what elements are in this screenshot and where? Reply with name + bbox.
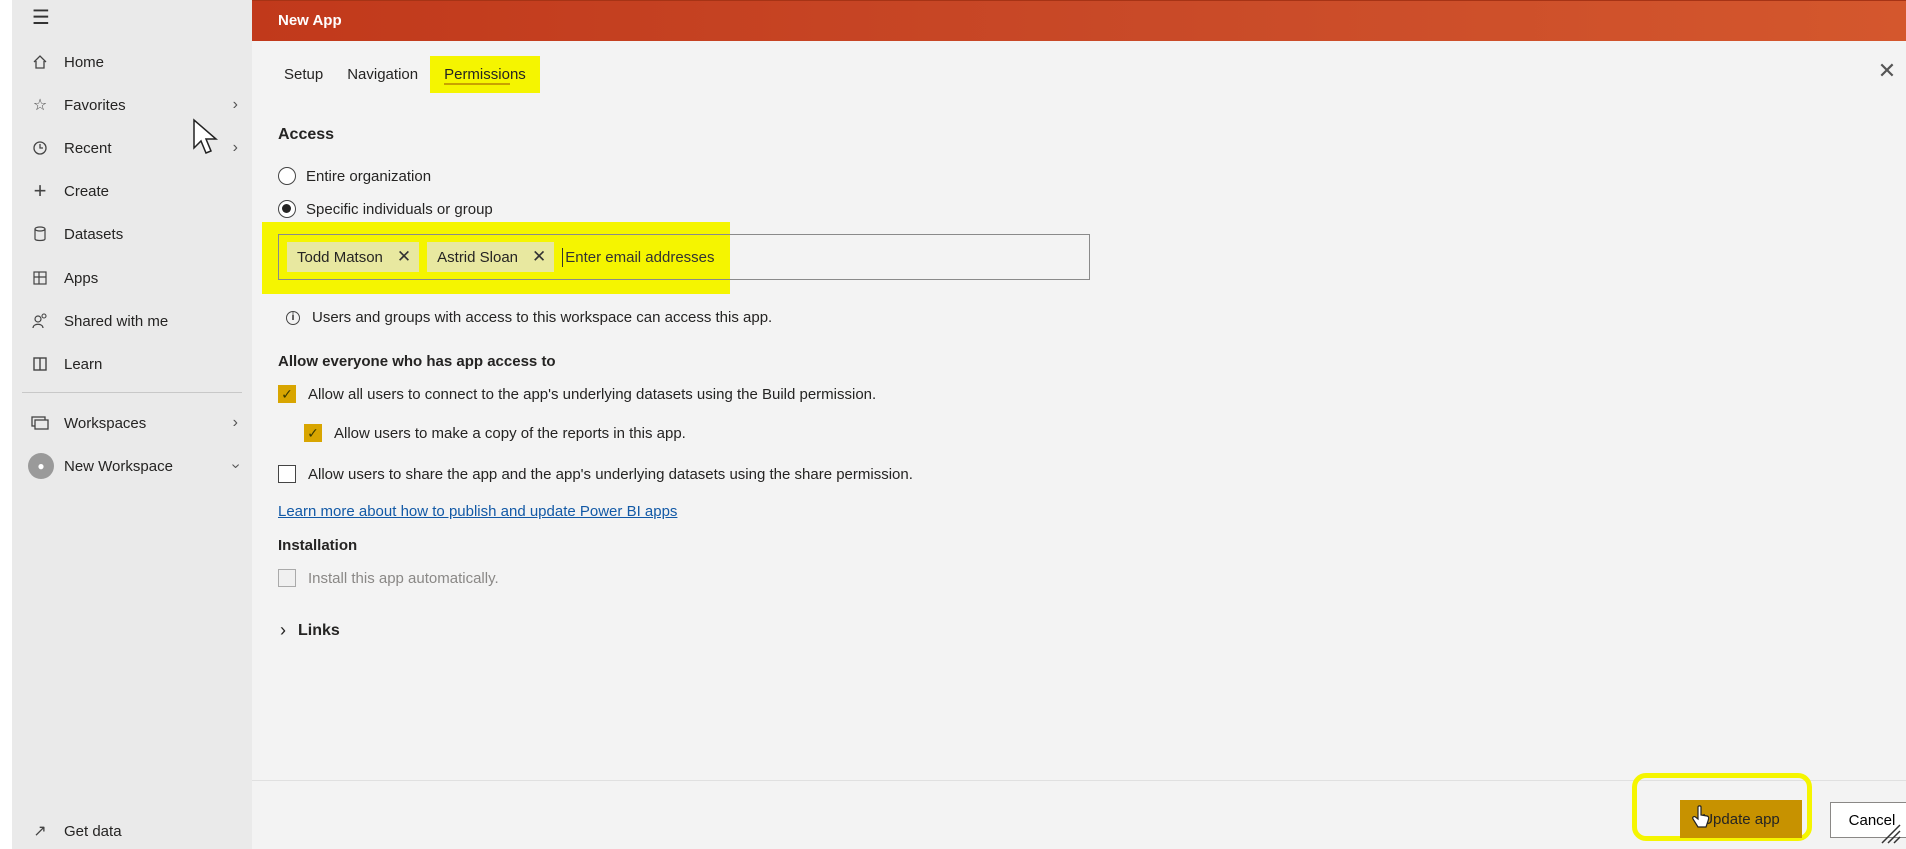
checkbox-copy-reports[interactable]: ✓ Allow users to make a copy of the repo… bbox=[304, 424, 686, 442]
clock-icon bbox=[30, 138, 50, 158]
sidebar-item-label: Home bbox=[64, 53, 105, 71]
sidebar-item-workspaces[interactable]: Workspaces › bbox=[12, 405, 252, 441]
sidebar-item-learn[interactable]: Learn bbox=[12, 346, 252, 382]
person-chip: Astrid Sloan ✕ bbox=[427, 242, 555, 272]
links-label: Links bbox=[298, 621, 340, 639]
remove-chip-icon[interactable]: ✕ bbox=[397, 247, 411, 267]
sidebar-item-home[interactable]: Home bbox=[12, 44, 252, 80]
checkbox[interactable]: ✓ bbox=[278, 385, 296, 403]
sidebar-item-label: Recent bbox=[64, 139, 112, 157]
learn-more-link[interactable]: Learn more about how to publish and upda… bbox=[278, 503, 677, 520]
remove-chip-icon[interactable]: ✕ bbox=[532, 247, 546, 267]
chip-label: Todd Matson bbox=[297, 248, 383, 266]
links-expander[interactable]: › Links bbox=[280, 620, 340, 641]
workspaces-icon bbox=[30, 413, 50, 433]
checkbox-label: Allow users to share the app and the app… bbox=[308, 465, 913, 483]
chevron-right-icon: › bbox=[232, 414, 238, 431]
chevron-down-icon: › bbox=[227, 463, 245, 469]
dialog-title: New App bbox=[278, 12, 342, 29]
radio-entire-organization[interactable]: Entire organization bbox=[278, 167, 431, 185]
new-app-dialog: New App ✕ Setup Navigation Permissions A… bbox=[252, 0, 1906, 849]
chevron-right-icon: › bbox=[280, 620, 286, 640]
sidebar-item-label: Create bbox=[64, 182, 110, 200]
checkbox[interactable] bbox=[278, 465, 296, 483]
mouse-pointer-icon bbox=[193, 118, 219, 154]
installation-heading: Installation bbox=[278, 537, 358, 554]
sidebar-item-datasets[interactable]: Datasets bbox=[12, 216, 252, 252]
sidebar-divider bbox=[22, 392, 242, 393]
sidebar-item-create[interactable]: + Create bbox=[12, 173, 252, 209]
database-icon bbox=[30, 224, 50, 244]
access-heading: Access bbox=[278, 126, 335, 143]
sidebar-item-label: Favorites bbox=[64, 96, 126, 114]
chevron-right-icon: › bbox=[232, 139, 238, 156]
sidebar-item-apps[interactable]: Apps bbox=[12, 260, 252, 296]
people-picker[interactable]: Todd Matson ✕ Astrid Sloan ✕ bbox=[278, 234, 1090, 280]
allow-heading: Allow everyone who has app access to bbox=[278, 353, 556, 370]
tab-setup[interactable]: Setup bbox=[272, 56, 335, 93]
plus-icon: + bbox=[33, 178, 47, 203]
radio-label: Entire organization bbox=[306, 167, 432, 185]
chip-label: Astrid Sloan bbox=[437, 248, 519, 266]
sidebar-item-label: Datasets bbox=[64, 225, 124, 243]
checkbox[interactable] bbox=[278, 569, 296, 587]
resize-grip-icon[interactable] bbox=[1878, 821, 1902, 845]
checkbox-label: Install this app automatically. bbox=[308, 569, 499, 587]
shared-icon bbox=[30, 311, 50, 331]
hamburger-menu-icon[interactable]: ☰ bbox=[32, 8, 56, 28]
access-info: i Users and groups with access to this w… bbox=[286, 309, 772, 326]
email-input[interactable] bbox=[562, 247, 768, 267]
sidebar-item-label: Apps bbox=[64, 269, 99, 287]
sidebar-item-current-workspace[interactable]: ● New Workspace › bbox=[12, 448, 252, 484]
checkbox-auto-install[interactable]: Install this app automatically. bbox=[278, 569, 499, 587]
info-icon: i bbox=[286, 310, 300, 325]
hand-pointer-icon bbox=[1692, 805, 1710, 828]
radio-button[interactable] bbox=[278, 167, 296, 185]
person-chip: Todd Matson ✕ bbox=[287, 242, 420, 272]
tab-navigation[interactable]: Navigation bbox=[335, 56, 430, 93]
sidebar-item-label: Workspaces bbox=[64, 414, 147, 432]
info-text: Users and groups with access to this wor… bbox=[312, 309, 773, 326]
sidebar-item-label: Learn bbox=[64, 355, 103, 373]
arrow-up-right-icon: ↗ bbox=[33, 823, 47, 840]
apps-icon bbox=[30, 268, 50, 288]
sidebar: ☰ Home ☆ Favorites › Recent › + Create D… bbox=[12, 0, 253, 849]
book-icon bbox=[30, 354, 50, 374]
dialog-titlebar: New App bbox=[252, 0, 1906, 41]
tab-bar: Setup Navigation Permissions bbox=[272, 56, 540, 93]
chevron-right-icon: › bbox=[232, 96, 238, 113]
star-icon: ☆ bbox=[32, 97, 48, 114]
checkbox[interactable]: ✓ bbox=[304, 424, 322, 442]
sidebar-item-get-data[interactable]: ↗ Get data bbox=[12, 813, 252, 849]
checkbox-label: Allow users to make a copy of the report… bbox=[334, 424, 686, 442]
checkbox-label: Allow all users to connect to the app's … bbox=[308, 385, 877, 403]
tab-permissions[interactable]: Permissions bbox=[430, 56, 540, 93]
close-icon[interactable]: ✕ bbox=[1874, 58, 1900, 84]
radio-specific-individuals[interactable]: Specific individuals or group bbox=[278, 200, 493, 218]
checkbox-build-permission[interactable]: ✓ Allow all users to connect to the app'… bbox=[278, 385, 876, 403]
radio-label: Specific individuals or group bbox=[306, 200, 493, 218]
sidebar-item-label: Get data bbox=[64, 822, 122, 840]
sidebar-item-label: Shared with me bbox=[64, 312, 169, 330]
sidebar-item-shared[interactable]: Shared with me bbox=[12, 303, 252, 339]
home-icon bbox=[30, 52, 50, 72]
checkbox-share-permission[interactable]: Allow users to share the app and the app… bbox=[278, 465, 913, 483]
radio-button[interactable] bbox=[278, 200, 296, 218]
workspace-avatar-icon: ● bbox=[28, 453, 54, 479]
sidebar-item-label: New Workspace bbox=[64, 457, 173, 475]
